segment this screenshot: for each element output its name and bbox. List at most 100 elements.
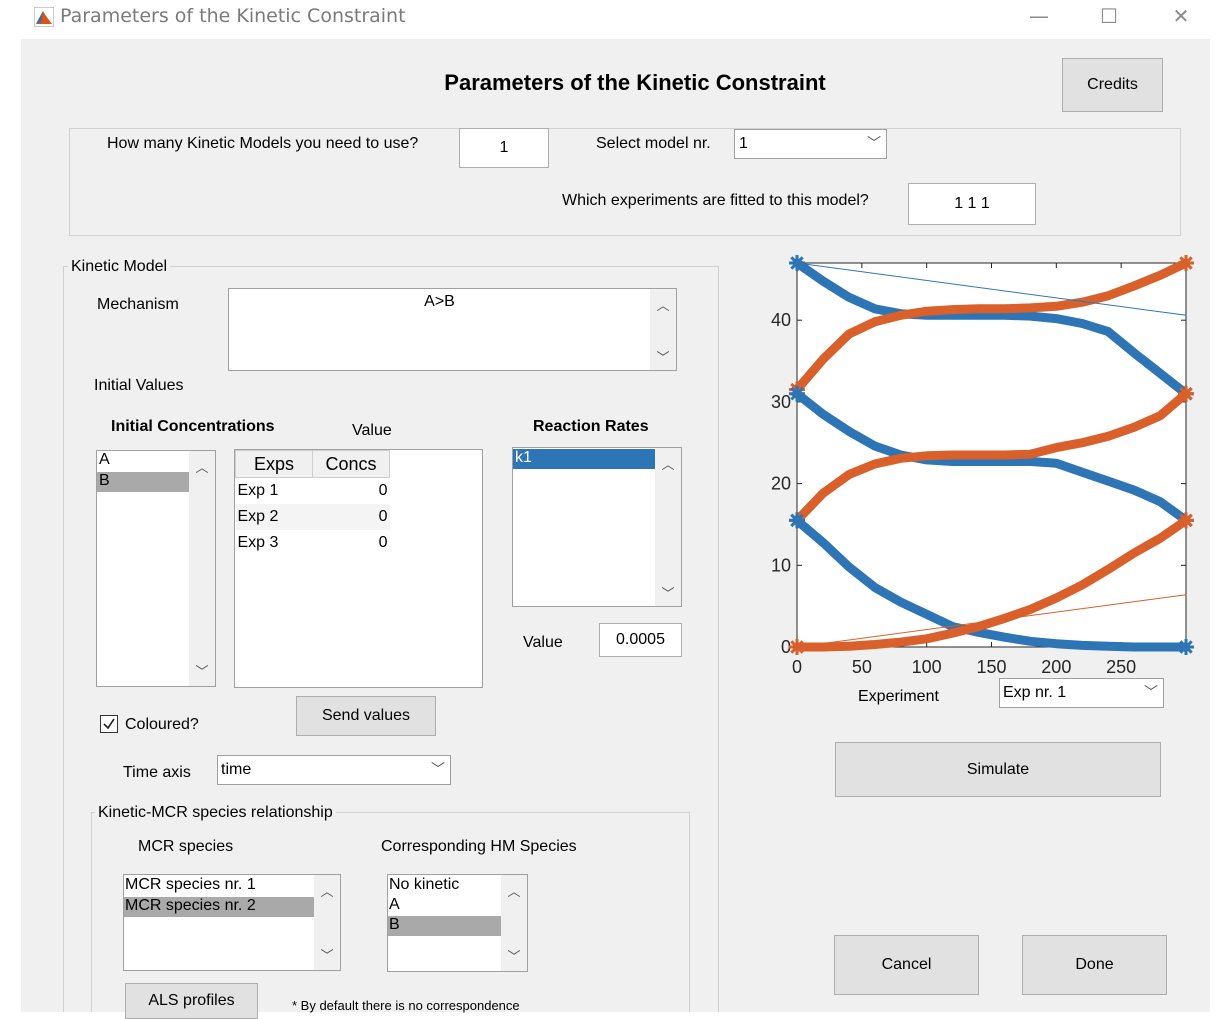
hm-item[interactable]: No kinetic bbox=[388, 876, 501, 896]
correspondence-note: * By default there is no correspondence bbox=[292, 998, 520, 1013]
series-marker bbox=[1178, 255, 1194, 271]
cancel-button[interactable]: Cancel bbox=[834, 935, 979, 995]
experiments-label: Which experiments are fitted to this mod… bbox=[562, 192, 869, 209]
y-tick-label: 30 bbox=[771, 392, 791, 412]
scroll-up-icon[interactable]: ︿ bbox=[501, 881, 527, 900]
mechanism-scrollbar[interactable]: ︿ ﹀ bbox=[650, 289, 676, 370]
scroll-down-icon[interactable]: ﹀ bbox=[314, 945, 340, 964]
x-tick-label: 200 bbox=[1041, 657, 1071, 677]
series-marker bbox=[789, 512, 805, 529]
rate-value-input[interactable]: 0.0005 bbox=[599, 623, 682, 657]
scroll-up-icon[interactable]: ︿ bbox=[650, 295, 676, 314]
close-icon[interactable]: ✕ bbox=[1158, 2, 1204, 32]
minimize-icon[interactable]: — bbox=[1016, 2, 1062, 32]
hm-scrollbar[interactable]: ︿ ﹀ bbox=[501, 875, 527, 971]
x-tick-label: 100 bbox=[912, 657, 942, 677]
done-button[interactable]: Done bbox=[1022, 935, 1167, 995]
hm-item[interactable]: A bbox=[388, 896, 501, 916]
window-titlebar: Parameters of the Kinetic Constraint — ☐… bbox=[0, 0, 1232, 34]
rate-value-label: Value bbox=[523, 634, 563, 651]
scroll-up-icon[interactable]: ︿ bbox=[189, 457, 215, 476]
maximize-icon[interactable]: ☐ bbox=[1086, 2, 1132, 32]
coloured-checkbox[interactable] bbox=[100, 715, 118, 733]
time-axis-label: Time axis bbox=[123, 764, 191, 781]
chevron-down-icon: ﹀ bbox=[431, 762, 445, 778]
table-cell-conc[interactable]: 0 bbox=[313, 504, 390, 530]
page-title: Parameters of the Kinetic Constraint bbox=[444, 70, 826, 95]
x-axis-label: Experiment bbox=[858, 688, 939, 705]
scroll-down-icon[interactable]: ﹀ bbox=[189, 661, 215, 680]
table-row: Exp 2 0 bbox=[235, 504, 390, 530]
scroll-down-icon[interactable]: ﹀ bbox=[655, 583, 681, 602]
x-tick-label: 50 bbox=[852, 657, 872, 677]
x-tick-label: 150 bbox=[976, 657, 1006, 677]
hm-item-selected[interactable]: B bbox=[388, 916, 501, 936]
species-item[interactable]: A bbox=[97, 451, 191, 471]
scroll-down-icon[interactable]: ﹀ bbox=[501, 946, 527, 965]
select-model-dropdown[interactable]: 1 ﹀ bbox=[734, 129, 887, 159]
table-header-exps: Exps bbox=[235, 450, 313, 478]
series-marker bbox=[1178, 639, 1194, 655]
initial-values-label: Initial Values bbox=[94, 377, 184, 394]
relationship-legend: Kinetic-MCR species relationship bbox=[95, 804, 336, 822]
series-marker bbox=[789, 385, 805, 402]
mcr-scrollbar[interactable]: ︿ ﹀ bbox=[314, 875, 340, 970]
experiments-input[interactable]: 1 1 1 bbox=[908, 183, 1036, 225]
simulate-button[interactable]: Simulate bbox=[835, 742, 1161, 797]
reaction-rates-label: Reaction Rates bbox=[533, 418, 649, 435]
mcr-species-label: MCR species bbox=[138, 838, 234, 855]
reaction-rates-listbox[interactable]: k1 ︿ ﹀ bbox=[512, 447, 682, 607]
mechanism-value: A>B bbox=[424, 293, 455, 310]
table-cell-exp: Exp 1 bbox=[237, 482, 279, 499]
select-model-value: 1 bbox=[739, 135, 748, 152]
rates-scrollbar[interactable]: ︿ ﹀ bbox=[655, 448, 681, 606]
hm-species-label: Corresponding HM Species bbox=[381, 838, 577, 855]
x-tick-label: 250 bbox=[1106, 657, 1136, 677]
kinetic-plot: 0 50 100 150 200 250010203040 bbox=[771, 255, 1194, 677]
table-row: Exp 3 0 bbox=[236, 530, 390, 556]
value-label: Value bbox=[352, 422, 392, 439]
table-row: Exp 1 0 bbox=[236, 478, 390, 505]
mcr-item[interactable]: MCR species nr. 1 bbox=[124, 876, 315, 896]
concentration-table[interactable]: Exps Concs Exp 1 0 Exp 2 0 Exp 3 0 bbox=[234, 449, 483, 688]
table-cell-exp: Exp 3 bbox=[237, 534, 279, 551]
y-tick-label: 40 bbox=[771, 310, 791, 330]
send-values-button[interactable]: Send values bbox=[296, 696, 436, 736]
species-item-selected[interactable]: B bbox=[97, 472, 191, 492]
scroll-down-icon[interactable]: ﹀ bbox=[650, 347, 676, 366]
table-cell-exp: Exp 2 bbox=[237, 508, 279, 525]
coloured-label: Coloured? bbox=[125, 716, 199, 733]
matlab-logo-icon bbox=[34, 7, 54, 27]
mcr-species-listbox[interactable]: MCR species nr. 1 MCR species nr. 2 ︿ ﹀ bbox=[123, 874, 341, 971]
chevron-down-icon: ﹀ bbox=[1144, 685, 1158, 701]
credits-button[interactable]: Credits bbox=[1062, 58, 1163, 112]
species-listbox[interactable]: A B ︿ ﹀ bbox=[96, 450, 216, 687]
hm-species-listbox[interactable]: No kinetic A B ︿ ﹀ bbox=[387, 874, 528, 972]
initial-concentrations-label: Initial Concentrations bbox=[111, 418, 275, 435]
rate-item-selected[interactable]: k1 bbox=[513, 449, 657, 469]
scroll-up-icon[interactable]: ︿ bbox=[314, 881, 340, 900]
mechanism-input[interactable]: A>B ︿ ﹀ bbox=[228, 288, 677, 371]
models-count-input[interactable]: 1 bbox=[459, 128, 549, 168]
table-cell-conc[interactable]: 0 bbox=[313, 478, 390, 505]
als-profiles-button[interactable]: ALS profiles bbox=[125, 983, 258, 1019]
window-title: Parameters of the Kinetic Constraint bbox=[60, 5, 406, 27]
table-cell-conc[interactable]: 0 bbox=[313, 530, 390, 556]
kinetic-model-legend: Kinetic Model bbox=[68, 258, 171, 276]
series-marker bbox=[1178, 385, 1194, 402]
chevron-down-icon: ﹀ bbox=[867, 136, 881, 152]
time-axis-value: time bbox=[221, 761, 252, 778]
species-scrollbar[interactable]: ︿ ﹀ bbox=[189, 451, 215, 686]
checkmark-icon bbox=[103, 718, 115, 730]
experiment-dropdown[interactable]: Exp nr. 1 ﹀ bbox=[999, 678, 1164, 708]
scroll-up-icon[interactable]: ︿ bbox=[655, 454, 681, 473]
select-model-label: Select model nr. bbox=[596, 135, 711, 152]
table-header-concs: Concs bbox=[312, 450, 390, 478]
mcr-item-selected[interactable]: MCR species nr. 2 bbox=[124, 897, 315, 917]
time-axis-dropdown[interactable]: time ﹀ bbox=[217, 755, 451, 785]
models-count-label: How many Kinetic Models you need to use? bbox=[107, 135, 419, 152]
experiment-value: Exp nr. 1 bbox=[1003, 684, 1067, 701]
y-tick-label: 20 bbox=[771, 474, 791, 494]
y-tick-label: 10 bbox=[771, 555, 791, 575]
x-tick-label: 0 bbox=[792, 657, 802, 677]
